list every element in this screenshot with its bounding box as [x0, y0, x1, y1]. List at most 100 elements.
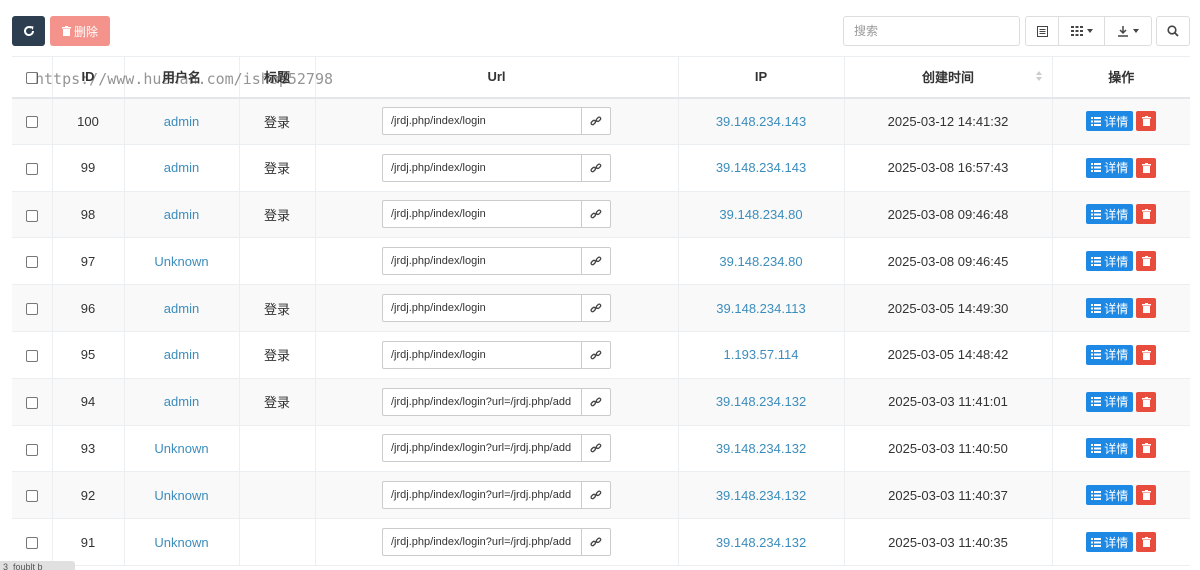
columns-button[interactable] — [1058, 16, 1105, 46]
ip-link[interactable]: 39.148.234.80 — [719, 207, 802, 222]
username-link[interactable]: admin — [164, 301, 199, 316]
ip-link[interactable]: 39.148.234.132 — [716, 394, 806, 409]
detail-button[interactable]: 详情 — [1086, 157, 1134, 178]
row-delete-button[interactable] — [1136, 344, 1157, 365]
username-link[interactable]: admin — [164, 347, 199, 362]
detail-button[interactable]: 详情 — [1086, 251, 1134, 272]
list-icon — [1091, 397, 1102, 407]
ip-link[interactable]: 39.148.234.132 — [716, 488, 806, 503]
url-field[interactable] — [382, 247, 581, 276]
detail-button[interactable]: 详情 — [1086, 298, 1134, 319]
row-checkbox[interactable] — [25, 490, 38, 503]
log-table: ID 用户名 标题 Url IP 创建时间 操作 100 admin 登录 39.14… — [12, 56, 1190, 566]
ip-link[interactable]: 39.148.234.143 — [716, 160, 806, 175]
open-url-button[interactable] — [581, 107, 611, 136]
trash-icon — [1141, 349, 1151, 360]
link-icon — [590, 397, 602, 407]
row-delete-button[interactable] — [1136, 391, 1157, 412]
column-header-id[interactable]: ID — [52, 56, 125, 99]
cell-actions: 详情 — [1052, 519, 1190, 566]
username-link[interactable]: Unknown — [154, 441, 208, 456]
url-input-group — [382, 247, 611, 276]
url-field[interactable] — [382, 481, 581, 510]
row-delete-button[interactable] — [1136, 532, 1157, 553]
username-link[interactable]: Unknown — [154, 254, 208, 269]
open-url-button[interactable] — [581, 528, 611, 557]
url-field[interactable] — [382, 528, 581, 557]
url-field[interactable] — [382, 434, 581, 463]
search-button[interactable] — [1156, 16, 1190, 46]
url-field[interactable] — [382, 153, 581, 182]
cell-title — [239, 471, 316, 519]
search-input[interactable] — [843, 16, 1020, 46]
delete-button[interactable]: 删除 — [50, 16, 110, 46]
row-delete-button[interactable] — [1136, 111, 1157, 132]
row-delete-button[interactable] — [1136, 485, 1157, 506]
row-delete-button[interactable] — [1136, 157, 1157, 178]
toggle-view-button[interactable] — [1025, 16, 1059, 46]
row-checkbox[interactable] — [25, 116, 38, 129]
row-checkbox[interactable] — [25, 537, 38, 550]
open-url-button[interactable] — [581, 387, 611, 416]
select-all-checkbox[interactable] — [25, 71, 38, 84]
detail-button[interactable]: 详情 — [1086, 532, 1134, 553]
table-row: 94 admin 登录 39.148.234.132 2025-03-03 11:41:… — [12, 378, 1190, 426]
ip-link[interactable]: 39.148.234.80 — [719, 254, 802, 269]
detail-button[interactable]: 详情 — [1086, 485, 1134, 506]
cell-created: 2025-03-03 11:40:37 — [844, 471, 1053, 519]
cell-title — [239, 518, 316, 566]
row-checkbox[interactable] — [25, 209, 38, 222]
row-checkbox[interactable] — [25, 349, 38, 362]
ip-link[interactable]: 1.193.57.114 — [724, 347, 799, 362]
open-url-button[interactable] — [581, 340, 611, 369]
export-button[interactable] — [1104, 16, 1152, 46]
username-link[interactable]: admin — [164, 394, 199, 409]
url-field[interactable] — [382, 107, 581, 136]
column-header-username[interactable]: 用户名 — [124, 56, 240, 99]
url-input-group — [382, 107, 611, 136]
detail-button[interactable]: 详情 — [1086, 204, 1134, 225]
column-header-url[interactable]: Url — [315, 56, 679, 99]
username-link[interactable]: admin — [164, 160, 199, 175]
cell-actions: 详情 — [1052, 98, 1190, 145]
column-header-created[interactable]: 创建时间 — [844, 56, 1053, 99]
cell-created: 2025-03-03 11:40:50 — [844, 425, 1053, 472]
row-checkbox[interactable] — [25, 396, 38, 409]
ip-link[interactable]: 39.148.234.113 — [716, 301, 805, 316]
open-url-button[interactable] — [581, 294, 611, 323]
row-delete-button[interactable] — [1136, 298, 1157, 319]
row-delete-button[interactable] — [1136, 438, 1157, 459]
detail-button[interactable]: 详情 — [1086, 391, 1134, 412]
row-checkbox[interactable] — [25, 162, 38, 175]
column-header-title[interactable]: 标题 — [239, 56, 316, 99]
url-field[interactable] — [382, 200, 581, 229]
username-link[interactable]: admin — [164, 207, 199, 222]
refresh-button[interactable] — [12, 16, 45, 46]
ip-link[interactable]: 39.148.234.132 — [716, 441, 806, 456]
url-field[interactable] — [382, 294, 581, 323]
url-input-group — [382, 153, 611, 182]
detail-button[interactable]: 详情 — [1086, 344, 1134, 365]
username-link[interactable]: Unknown — [154, 535, 208, 550]
open-url-button[interactable] — [581, 200, 611, 229]
username-link[interactable]: Unknown — [154, 488, 208, 503]
open-url-button[interactable] — [581, 153, 611, 182]
row-delete-button[interactable] — [1136, 251, 1157, 272]
open-url-button[interactable] — [581, 481, 611, 510]
row-checkbox[interactable] — [25, 303, 38, 316]
username-link[interactable]: admin — [164, 114, 199, 129]
ip-link[interactable]: 39.148.234.132 — [716, 535, 806, 550]
row-checkbox[interactable] — [25, 443, 38, 456]
column-header-ip[interactable]: IP — [678, 56, 845, 99]
detail-button[interactable]: 详情 — [1086, 438, 1134, 459]
row-delete-button[interactable] — [1136, 204, 1157, 225]
ip-link[interactable]: 39.148.234.143 — [716, 114, 806, 129]
row-checkbox[interactable] — [25, 256, 38, 269]
open-url-button[interactable] — [581, 247, 611, 276]
url-field[interactable] — [382, 340, 581, 369]
open-url-button[interactable] — [581, 434, 611, 463]
cell-ip: 39.148.234.143 — [678, 97, 845, 145]
url-field[interactable] — [382, 387, 581, 416]
detail-button[interactable]: 详情 — [1086, 111, 1134, 132]
cell-username: admin — [124, 378, 240, 426]
